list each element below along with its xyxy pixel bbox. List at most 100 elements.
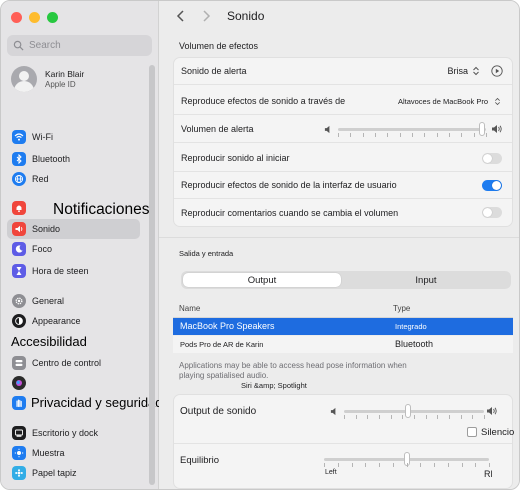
sidebar-item-screen-time[interactable]: Hora de steen: [7, 261, 140, 281]
profile-name: Karin Blair: [45, 69, 85, 79]
forward-button[interactable]: [197, 7, 215, 25]
sidebar: Search Karin Blair Apple ID Wi-Fi Blueto…: [1, 1, 163, 489]
alert-volume-knob[interactable]: [478, 122, 485, 136]
alert-sound-select[interactable]: Brisa: [447, 66, 468, 76]
siri-icon: [12, 376, 26, 390]
sidebar-scrollbar[interactable]: [149, 65, 155, 485]
sidebar-item-general[interactable]: General: [7, 291, 140, 311]
stepper-icon[interactable]: [472, 66, 480, 76]
slider-tick: [402, 415, 404, 419]
sidebar-item-label: Wi-Fi: [32, 132, 53, 142]
slider-tick: [390, 415, 392, 419]
column-header-name[interactable]: Name: [179, 304, 200, 313]
search-input[interactable]: Search: [7, 35, 152, 56]
column-header-type[interactable]: Type: [393, 304, 410, 313]
slider-tick: [362, 133, 364, 137]
slider-tick: [337, 463, 339, 467]
table-row[interactable]: Pods Pro de AR de Karin Bluetooth: [173, 336, 513, 353]
sidebar-item-label: Bluetooth: [32, 154, 71, 164]
slider-tick: [484, 415, 485, 419]
play-effects-select[interactable]: Altavoces de MacBook Pro: [398, 97, 488, 106]
avatar: [11, 66, 37, 92]
sidebar-item-label: Appearance: [32, 316, 81, 326]
appearance-icon: [12, 314, 26, 328]
search-placeholder: Search: [29, 40, 61, 51]
mute-label: Silencio: [481, 427, 515, 438]
moon-icon: [12, 242, 26, 256]
slider-tick: [461, 133, 463, 137]
slider-tick: [460, 415, 462, 419]
tab-input[interactable]: Input: [343, 273, 509, 287]
balance-label: Equilibrio: [180, 455, 220, 466]
ui-effects-label: Reproducir efectos de sonido de la inter…: [181, 180, 397, 190]
hourglass-icon: [12, 264, 26, 278]
sidebar-item-appearance[interactable]: Appearance: [7, 311, 140, 331]
table-row[interactable]: MacBook Pro Speakers Integrado: [173, 318, 513, 335]
profile-subtitle: Apple ID: [45, 80, 76, 89]
sidebar-item-label: General: [32, 296, 65, 306]
sidebar-item-label: Hora de steen: [32, 266, 89, 276]
sidebar-item-label: Foco: [32, 244, 53, 254]
speaker-low-icon: [330, 407, 336, 416]
slider-tick: [449, 133, 450, 137]
slider-tick: [379, 463, 380, 467]
sidebar-item-label-notifications: Notificaciones: [53, 201, 150, 218]
sidebar-item-network[interactable]: Red: [7, 169, 140, 189]
slider-tick: [414, 415, 415, 419]
alert-volume-slider[interactable]: [338, 128, 486, 131]
slider-tick: [367, 415, 369, 419]
slider-tick: [486, 133, 487, 137]
effects-section-title: Volumen de efectos: [179, 41, 259, 51]
siri-spotlight-link[interactable]: Siri &amp; Spotlight: [241, 381, 307, 390]
volume-feedback-toggle[interactable]: [482, 207, 502, 218]
ui-effects-toggle[interactable]: [482, 179, 502, 191]
sidebar-item-label: Papel tapiz: [32, 468, 77, 478]
close-button[interactable]: [11, 12, 22, 23]
output-volume-label: Output de sonido: [180, 406, 257, 417]
alert-sound-row: Sonido de alerta Brisa: [174, 58, 512, 85]
chevron-left-icon: [176, 10, 184, 22]
output-volume-knob[interactable]: [405, 404, 412, 418]
sidebar-item-sound[interactable]: Sonido: [7, 219, 140, 239]
sidebar-item-bluetooth[interactable]: Bluetooth: [7, 149, 140, 169]
slider-tick: [447, 463, 449, 467]
speaker-icon: [12, 222, 26, 236]
sidebar-item-accessibility[interactable]: Accesibilidad: [11, 334, 87, 349]
tab-output[interactable]: Output: [183, 273, 341, 287]
slider-tick: [461, 463, 463, 467]
back-button[interactable]: [171, 7, 189, 25]
speaker-low-icon: [324, 125, 330, 133]
play-icon[interactable]: [491, 65, 503, 77]
wifi-icon: [12, 130, 26, 144]
sidebar-item-label: Red: [32, 174, 49, 184]
sidebar-item-siri[interactable]: [7, 373, 140, 393]
profile-apple-id[interactable]: Karin Blair Apple ID: [11, 66, 84, 92]
balance-left-label: Left: [325, 469, 337, 476]
startup-sound-toggle[interactable]: [482, 152, 502, 164]
hand-icon: [12, 396, 26, 410]
output-input-tabs: Output Input: [181, 271, 511, 289]
stepper-icon[interactable]: [494, 97, 501, 106]
mute-checkbox[interactable]: [467, 427, 477, 437]
sidebar-item-label: Muestra: [32, 448, 65, 458]
sidebar-item-wallpaper[interactable]: Papel tapiz: [7, 463, 140, 483]
slider-tick: [436, 133, 438, 137]
sidebar-item-displays[interactable]: Muestra: [7, 443, 140, 463]
slider-tick: [387, 133, 389, 137]
output-volume-slider[interactable]: [344, 410, 484, 413]
alert-sound-label: Sonido de alerta: [181, 66, 247, 76]
volume-feedback-row: Reproducir comentarios cuando se cambia …: [174, 199, 512, 226]
zoom-button[interactable]: [47, 12, 58, 23]
device-name: Pods Pro de AR de Karin: [180, 340, 264, 349]
sidebar-item-focus[interactable]: Foco: [7, 239, 140, 259]
gear-icon: [12, 294, 26, 308]
sidebar-item-control-center[interactable]: Centro de control: [7, 353, 140, 373]
slider-tick: [425, 415, 427, 419]
startup-sound-row: Reproducir sonido al iniciar: [174, 145, 512, 172]
slider-tick: [449, 415, 450, 419]
sidebar-item-desktop-dock[interactable]: Escritorio y dock: [7, 423, 140, 443]
minimize-button[interactable]: [29, 12, 40, 23]
slider-tick: [365, 463, 367, 467]
startup-sound-label: Reproducir sonido al iniciar: [181, 153, 290, 163]
sidebar-item-wifi[interactable]: Wi-Fi: [7, 127, 140, 147]
